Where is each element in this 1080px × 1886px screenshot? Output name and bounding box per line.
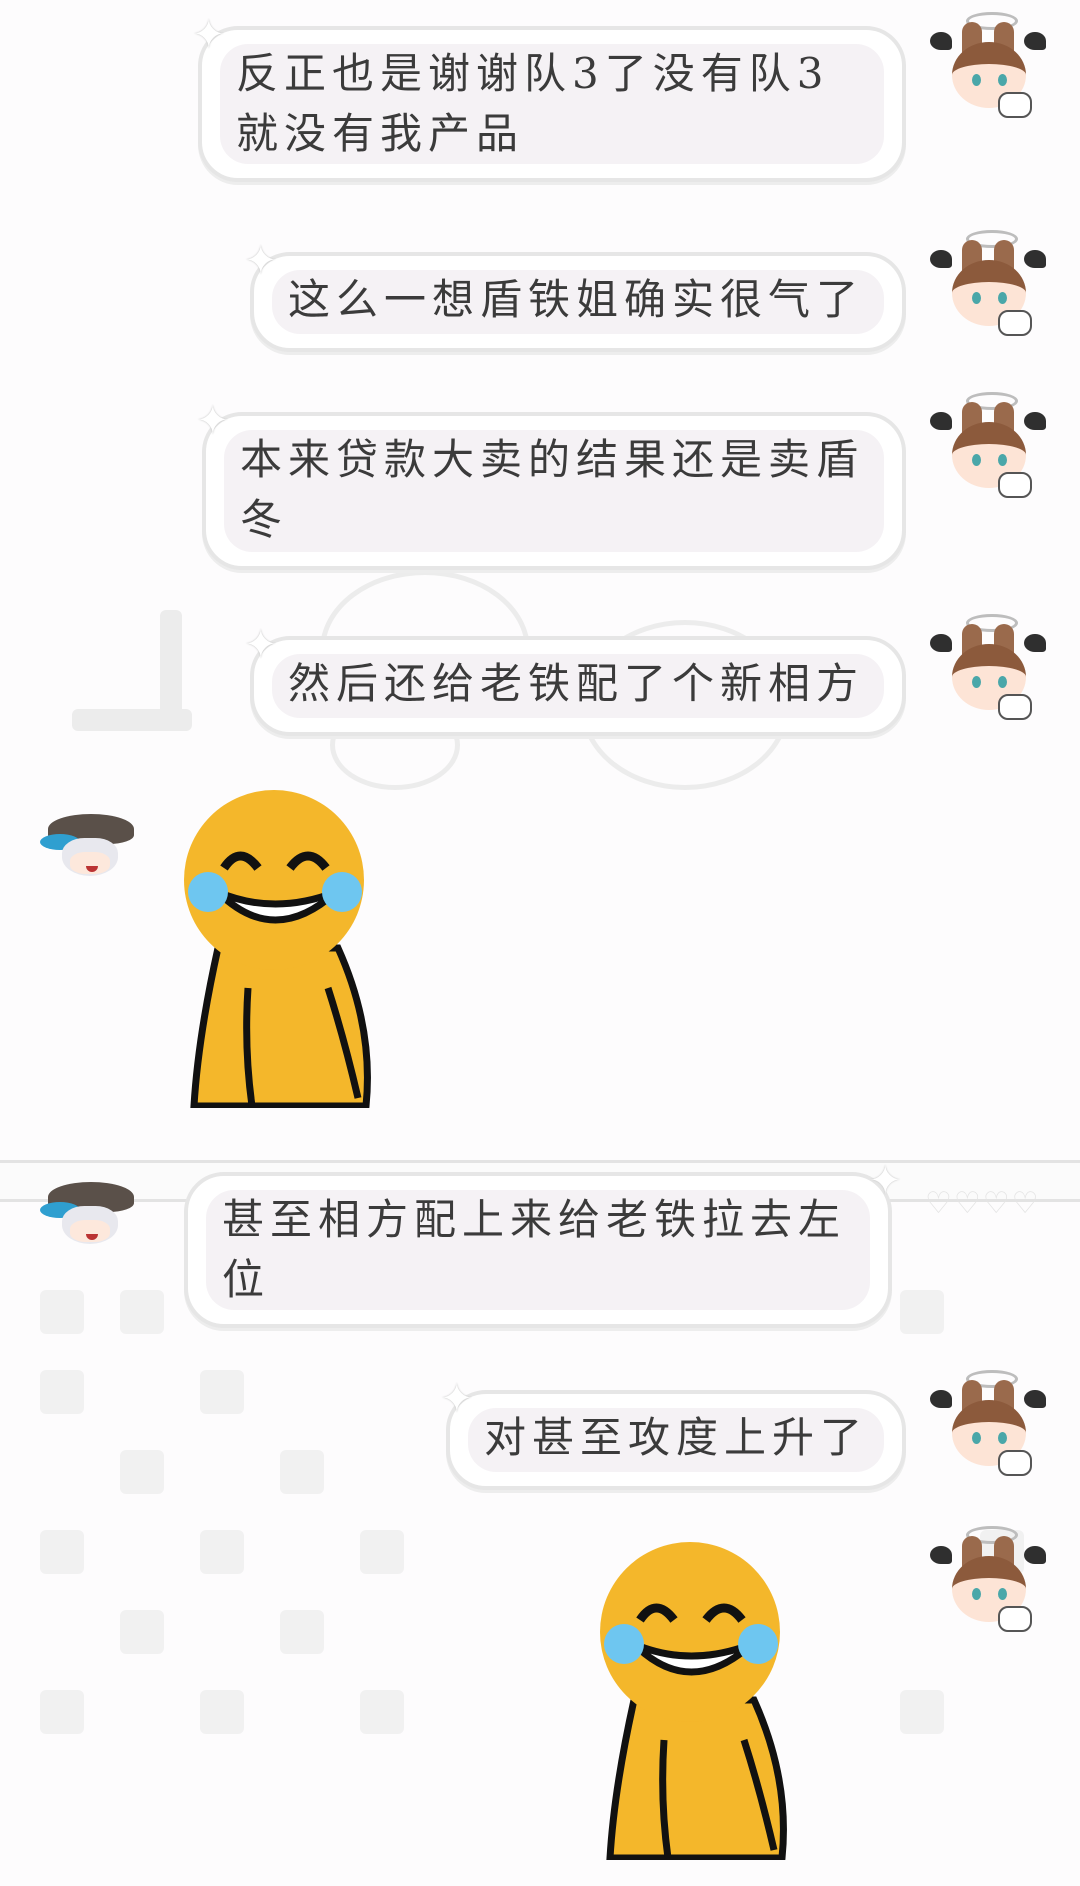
laughing-crying-emoji-icon [600, 1542, 787, 1860]
message-bubble-right[interactable]: ✦ 这么一想盾铁姐确实很气了 [244, 238, 906, 352]
laughing-crying-emoji-icon [184, 790, 371, 1108]
avatar-self[interactable] [928, 606, 1048, 726]
message-text: 本来贷款大卖的结果还是卖盾冬 [240, 435, 865, 544]
message-bubble-right[interactable]: ✦ 反正也是谢谢队3了没有队3就没有我产品 [192, 12, 906, 182]
message-text: 这么一想盾铁姐确实很气了 [288, 275, 865, 324]
message-bubble-right[interactable]: ✦ 对甚至攻度上升了 [440, 1376, 906, 1490]
sparkle-icon: ✦ [244, 622, 278, 668]
bg-pattern [900, 1290, 944, 1334]
avatar-self[interactable] [928, 4, 1048, 124]
bg-pattern [120, 1610, 164, 1654]
bg-pattern [280, 1610, 324, 1654]
bg-pattern [120, 1290, 164, 1334]
sparkle-icon: ✦ [244, 238, 278, 284]
bg-pattern [200, 1530, 244, 1574]
avatar-other[interactable] [36, 1164, 156, 1284]
message-text: 甚至相方配上来给老铁拉去左位 [222, 1195, 847, 1304]
bg-pattern [360, 1690, 404, 1734]
laughing-crying-sticker[interactable] [594, 1540, 824, 1860]
avatar-self[interactable] [928, 222, 1048, 342]
bg-pattern [360, 1530, 404, 1574]
avatar-other[interactable] [36, 796, 156, 916]
bg-pattern [900, 1690, 944, 1734]
bg-cross-doodle [72, 709, 192, 731]
bg-pattern [40, 1690, 84, 1734]
message-text: 反正也是谢谢队3了没有队3就没有我产品 [236, 49, 830, 158]
laughing-crying-sticker[interactable] [178, 788, 408, 1108]
sparkle-icon: ✦ [192, 12, 226, 58]
message-text: 然后还给老铁配了个新相方 [288, 659, 865, 708]
bg-pattern [200, 1690, 244, 1734]
hearts-decoration: ♡♡♡♡ [925, 1186, 1041, 1221]
bg-pattern [40, 1370, 84, 1414]
message-bubble-right[interactable]: ✦ 然后还给老铁配了个新相方 [244, 622, 906, 736]
bg-pattern [200, 1370, 244, 1414]
avatar-self[interactable] [928, 1362, 1048, 1482]
message-bubble-left[interactable]: ✦ 甚至相方配上来给老铁拉去左位 [184, 1158, 902, 1328]
avatar-self[interactable] [928, 384, 1048, 504]
sparkle-icon: ✦ [440, 1376, 474, 1422]
sparkle-icon: ✦ [196, 398, 230, 444]
message-text: 对甚至攻度上升了 [484, 1413, 869, 1462]
bg-pattern [120, 1450, 164, 1494]
sparkle-icon: ✦ [868, 1158, 902, 1204]
message-bubble-right[interactable]: ✦ 本来贷款大卖的结果还是卖盾冬 [196, 398, 906, 570]
bg-pattern [280, 1450, 324, 1494]
avatar-self[interactable] [928, 1518, 1048, 1638]
bg-pattern [40, 1290, 84, 1334]
bg-pattern [40, 1530, 84, 1574]
